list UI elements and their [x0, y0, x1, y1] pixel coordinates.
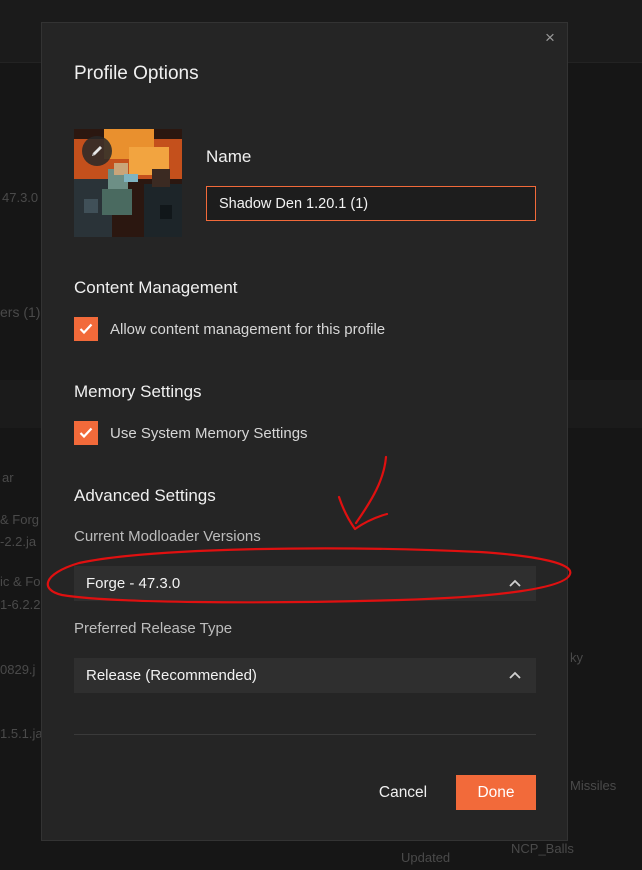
background-text: NCP_Balls [511, 841, 574, 856]
profile-options-dialog: × Profile Options Name Content Managem [41, 22, 568, 841]
background-text: 0829.j [0, 662, 36, 677]
content-management-label: Allow content management for this profil… [110, 320, 386, 338]
profile-thumbnail[interactable] [74, 129, 182, 237]
background-text: 1.5.1.ja [0, 726, 43, 741]
footer-divider [74, 734, 536, 735]
memory-settings-checkbox[interactable] [74, 421, 98, 445]
advanced-settings-title: Advanced Settings [74, 486, 216, 505]
chevron-up-icon [509, 671, 521, 679]
name-label: Name [206, 147, 252, 166]
background-text: ar [2, 470, 14, 485]
memory-settings-label: Use System Memory Settings [110, 424, 308, 442]
cancel-button[interactable]: Cancel [368, 775, 438, 810]
background-text: & Forg [0, 512, 40, 527]
memory-settings-title: Memory Settings [74, 382, 202, 401]
done-button[interactable]: Done [456, 775, 536, 810]
background-text: ic & Fo [0, 574, 41, 589]
background-text: Missiles [570, 778, 617, 793]
dialog-title: Profile Options [74, 63, 199, 84]
modloader-select[interactable]: Forge - 47.3.0 [74, 566, 536, 601]
release-type-select[interactable]: Release (Recommended) [74, 658, 536, 693]
release-type-value: Release (Recommended) [86, 667, 257, 684]
content-management-checkbox-row[interactable]: Allow content management for this profil… [74, 317, 385, 341]
checkmark-icon [79, 427, 93, 439]
checkmark-icon [79, 323, 93, 335]
pencil-icon [92, 146, 102, 156]
content-management-title: Content Management [74, 278, 238, 297]
content-management-checkbox[interactable] [74, 317, 98, 341]
modloader-value: Forge - 47.3.0 [86, 575, 181, 592]
modloader-label: Current Modloader Versions [74, 528, 261, 545]
background-text: -2.2.ja [0, 534, 37, 549]
release-type-label: Preferred Release Type [74, 620, 233, 637]
background-text: ky [570, 650, 583, 665]
close-icon[interactable]: × [542, 29, 558, 46]
background-text: 1-6.2.2 [0, 597, 41, 612]
background-text: 47.3.0 [2, 190, 39, 205]
profile-name-input[interactable] [206, 186, 536, 221]
chevron-up-icon [509, 579, 521, 587]
background-text: ers (1) [0, 304, 41, 320]
background-text: Updated [401, 850, 451, 865]
memory-settings-checkbox-row[interactable]: Use System Memory Settings [74, 421, 308, 445]
edit-thumbnail-button[interactable] [82, 136, 112, 166]
